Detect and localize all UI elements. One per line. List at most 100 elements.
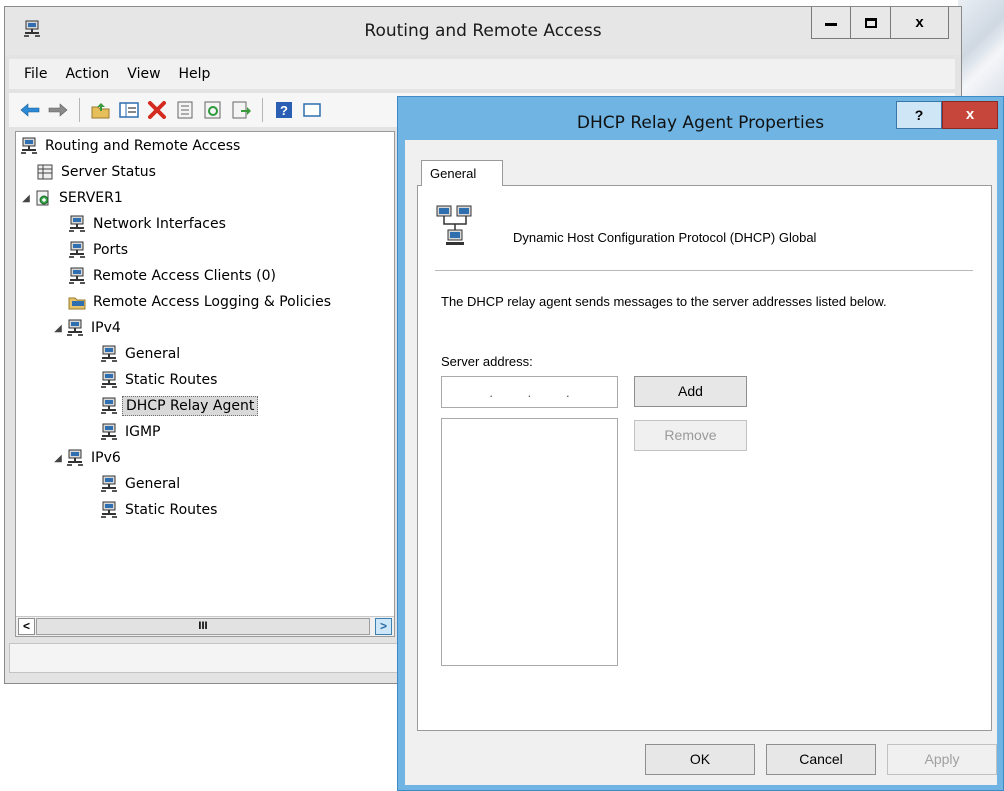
ok-button[interactable]: OK (645, 744, 755, 775)
tree-item-label: SERVER1 (59, 190, 123, 206)
dhcp-relay-agent-properties-dialog: DHCP Relay Agent Properties ? x General … (397, 96, 1004, 791)
ip-dot: . (566, 384, 570, 400)
tree-item-root[interactable]: Routing and Remote Access (20, 134, 243, 158)
dhcp-network-icon (436, 205, 472, 245)
dialog-close-button[interactable]: x (942, 101, 998, 129)
console-tree[interactable]: Routing and Remote Access Server Status … (15, 131, 395, 637)
minimize-button[interactable] (811, 7, 851, 39)
tree-item-label: IGMP (125, 424, 161, 440)
cancel-button[interactable]: Cancel (766, 744, 876, 775)
ip-dot: . (527, 384, 532, 400)
tree-item-label: Static Routes (125, 372, 218, 388)
protocol-label: Dynamic Host Configuration Protocol (DHC… (513, 230, 817, 245)
tree-item-ipv6-static-routes[interactable]: Static Routes (100, 498, 220, 522)
help-icon: ? (276, 102, 292, 118)
properties-icon (177, 101, 193, 119)
menu-help[interactable]: Help (170, 66, 220, 82)
tree-item-ipv4-static-routes[interactable]: Static Routes (100, 368, 220, 392)
refresh-button[interactable] (202, 99, 224, 121)
back-button[interactable] (19, 99, 41, 121)
apply-button[interactable]: Apply (887, 744, 997, 775)
tree-item-label: General (125, 476, 181, 492)
tree-item-label: Network Interfaces (93, 216, 226, 232)
tree-item-server1[interactable]: ◢ SERVER1 (20, 186, 126, 210)
delete-button[interactable] (146, 99, 168, 121)
collapse-triangle-icon[interactable]: ◢ (52, 453, 64, 464)
network-icon (100, 423, 118, 441)
network-icon (68, 241, 86, 259)
console-icon (303, 103, 321, 117)
forward-button[interactable] (47, 99, 69, 121)
help-button[interactable]: ? (273, 99, 295, 121)
network-icon (100, 371, 118, 389)
refresh-icon (204, 101, 221, 119)
show-hide-tree-button[interactable] (118, 99, 140, 121)
remove-button[interactable]: Remove (634, 420, 747, 451)
tree-item-label: Server Status (61, 164, 156, 180)
tree-item-ipv6[interactable]: ◢ IPv6 (52, 446, 124, 470)
dialog-help-button[interactable]: ? (896, 101, 942, 129)
toolbar-separator (79, 98, 80, 122)
properties-button[interactable] (174, 99, 196, 121)
tree-item-ipv4[interactable]: ◢ IPv4 (52, 316, 124, 340)
collapse-triangle-icon[interactable]: ◢ (52, 323, 64, 334)
tab-general[interactable]: General (421, 160, 503, 186)
menu-bar: File Action View Help (9, 59, 955, 89)
svg-text:?: ? (280, 103, 288, 118)
network-icon (66, 449, 84, 467)
close-icon: x (915, 14, 924, 31)
network-icon (100, 397, 118, 415)
tree-item-remote-access-clients[interactable]: Remote Access Clients (0) (68, 264, 279, 288)
network-icon (68, 215, 86, 233)
network-icon (66, 319, 84, 337)
export-list-button[interactable] (230, 99, 252, 121)
console-button[interactable] (301, 99, 323, 121)
maximize-icon (864, 17, 877, 28)
close-button[interactable]: x (891, 7, 949, 39)
tree-item-network-interfaces[interactable]: Network Interfaces (68, 212, 229, 236)
tree-item-remote-access-logging[interactable]: Remote Access Logging & Policies (68, 290, 334, 314)
scroll-left-button[interactable]: < (18, 618, 35, 635)
folder-icon (68, 293, 86, 311)
menu-action[interactable]: Action (56, 66, 118, 82)
tree-item-ipv4-general[interactable]: General (100, 342, 183, 366)
network-icon (100, 345, 118, 363)
tree-item-server-status[interactable]: Server Status (36, 160, 159, 184)
network-icon (100, 475, 118, 493)
up-one-level-button[interactable] (90, 99, 112, 121)
title-bar[interactable]: Routing and Remote Access x (5, 7, 961, 55)
description-text: The DHCP relay agent sends messages to t… (441, 294, 887, 309)
tree-item-igmp[interactable]: IGMP (100, 420, 164, 444)
horizontal-scrollbar[interactable]: < III > (16, 616, 394, 636)
tree-item-label: IPv6 (91, 450, 121, 466)
forward-arrow-icon (48, 103, 68, 117)
server-status-icon (36, 163, 54, 181)
collapse-triangle-icon[interactable]: ◢ (20, 193, 32, 204)
server-icon (34, 189, 52, 207)
tree-item-ports[interactable]: Ports (68, 238, 131, 262)
toolbar-separator (262, 98, 263, 122)
network-icon (100, 501, 118, 519)
add-button[interactable]: Add (634, 376, 747, 407)
tree-item-ipv6-general[interactable]: General (100, 472, 183, 496)
server-address-ip-input[interactable]: . . . (441, 376, 618, 408)
back-arrow-icon (20, 103, 40, 117)
tree-item-label: General (125, 346, 181, 362)
maximize-button[interactable] (851, 7, 891, 39)
tree-item-label: Routing and Remote Access (45, 138, 241, 154)
server-address-label: Server address: (441, 354, 533, 369)
network-icon (68, 267, 86, 285)
separator-line (435, 270, 973, 271)
scroll-right-button[interactable]: > (375, 618, 392, 635)
menu-file[interactable]: File (15, 66, 56, 82)
desktop-background-right (958, 0, 1004, 110)
minimize-icon (825, 23, 837, 26)
tree-item-label: Remote Access Logging & Policies (93, 294, 331, 310)
tree-item-label: DHCP Relay Agent (122, 396, 259, 416)
menu-view[interactable]: View (118, 66, 169, 82)
scroll-thumb[interactable]: III (36, 618, 370, 635)
tree-item-dhcp-relay-agent[interactable]: DHCP Relay Agent (100, 394, 259, 418)
routing-icon (20, 137, 38, 155)
server-address-list[interactable] (441, 418, 618, 666)
ip-dot: . (489, 384, 493, 400)
